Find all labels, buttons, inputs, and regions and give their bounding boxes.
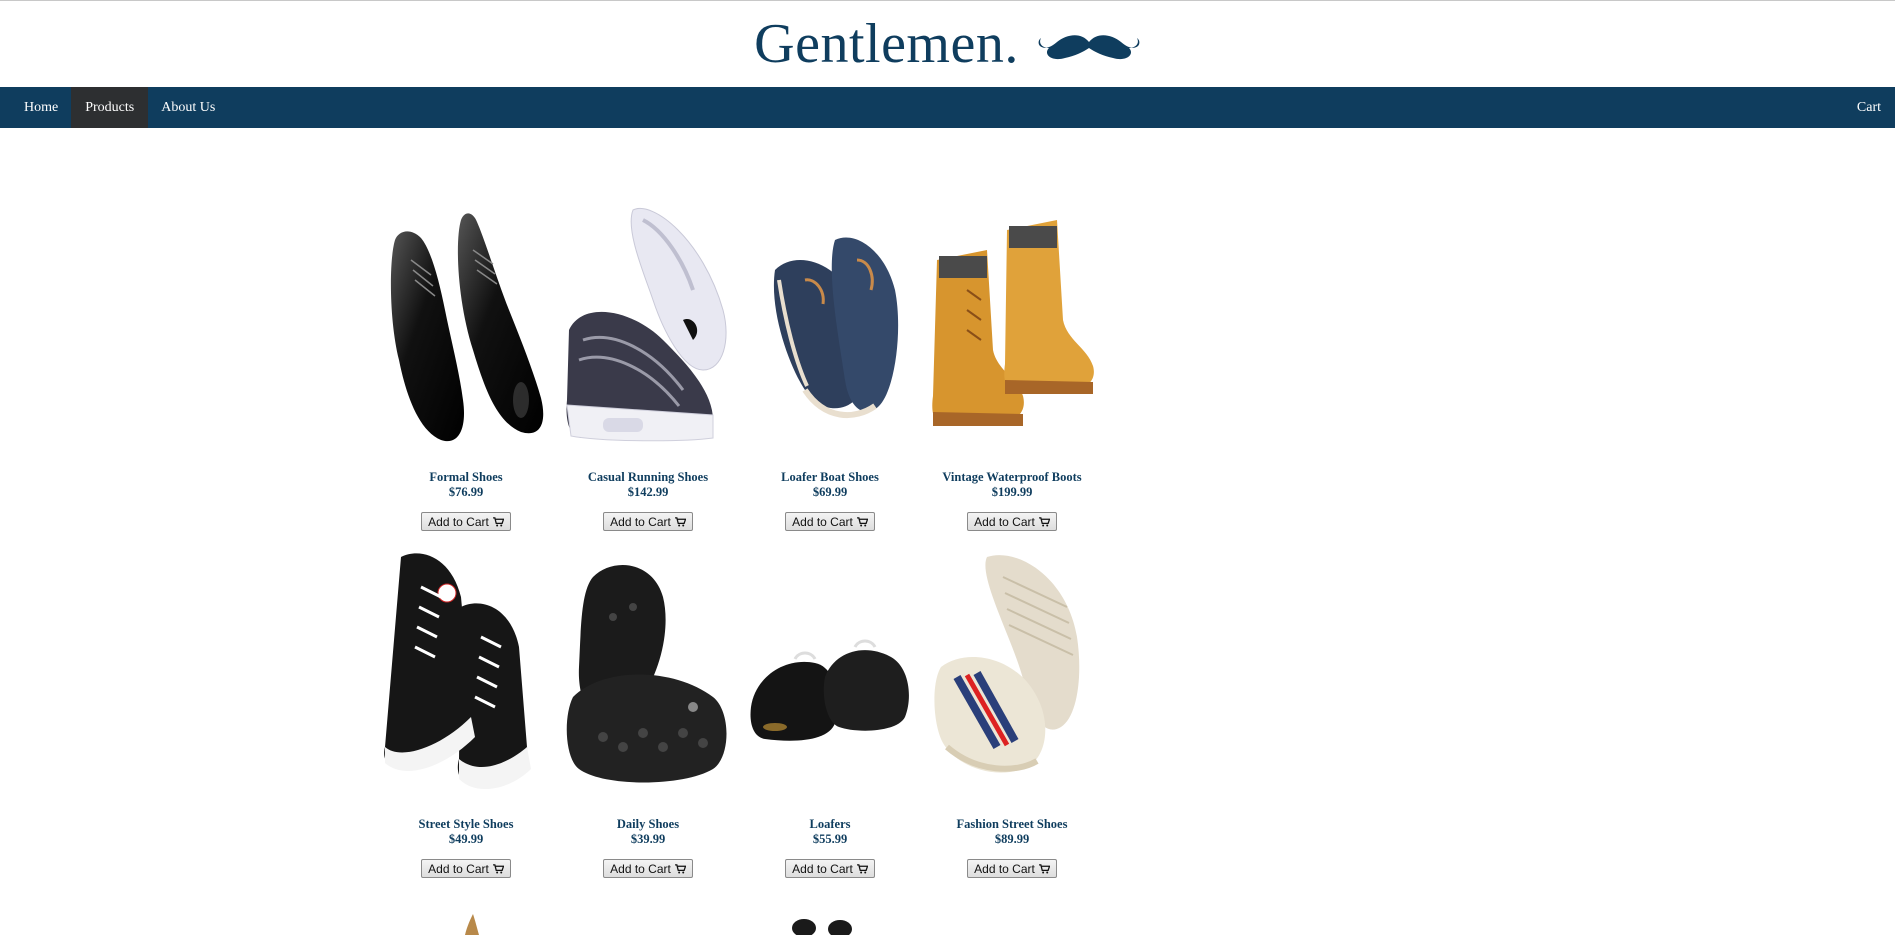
product-card: Street Style Shoes $49.99 Add to Cart — [375, 547, 557, 878]
product-price: $142.99 — [627, 485, 669, 499]
nav-products[interactable]: Products — [71, 87, 149, 128]
add-to-cart-button[interactable]: Add to Cart — [967, 859, 1057, 878]
mustache-icon — [1038, 35, 1140, 60]
product-image-partial[interactable] — [790, 912, 860, 938]
product-image-vintage-waterproof-boots[interactable] — [921, 200, 1103, 450]
add-to-cart-label: Add to Cart — [610, 514, 671, 529]
product-name: Casual Running Shoes — [587, 470, 709, 484]
product-price: $55.99 — [812, 832, 848, 846]
product-image-loafer-boat-shoes[interactable] — [739, 200, 921, 450]
product-price: $69.99 — [812, 485, 848, 499]
add-to-cart-label: Add to Cart — [974, 861, 1035, 876]
product-card: Fashion Street Shoes $89.99 Add to Cart — [921, 547, 1103, 878]
site-header: Gentlemen. — [0, 1, 1895, 87]
product-card: Vintage Waterproof Boots $199.99 Add to … — [921, 200, 1103, 531]
add-to-cart-button[interactable]: Add to Cart — [785, 859, 875, 878]
shopping-cart-icon — [492, 516, 504, 526]
add-to-cart-label: Add to Cart — [428, 861, 489, 876]
product-card: Casual Running Shoes $142.99 Add to Cart — [557, 200, 739, 531]
add-to-cart-button[interactable]: Add to Cart — [421, 512, 511, 531]
add-to-cart-label: Add to Cart — [974, 514, 1035, 529]
shopping-cart-icon — [856, 863, 868, 873]
product-image-street-style-shoes[interactable] — [375, 547, 557, 797]
main-navbar: Home Products About Us Cart — [0, 87, 1895, 128]
shopping-cart-icon — [492, 863, 504, 873]
product-card: Daily Shoes $39.99 Add to Cart — [557, 547, 739, 878]
product-image-daily-shoes[interactable] — [557, 547, 739, 797]
product-price: $89.99 — [994, 832, 1030, 846]
product-name: Daily Shoes — [616, 817, 680, 831]
nav-home[interactable]: Home — [0, 87, 71, 128]
shopping-cart-icon — [1038, 863, 1050, 873]
product-image-loafers[interactable] — [739, 547, 921, 797]
add-to-cart-label: Add to Cart — [610, 861, 671, 876]
product-price: $39.99 — [630, 832, 666, 846]
add-to-cart-button[interactable]: Add to Cart — [785, 512, 875, 531]
add-to-cart-label: Add to Cart — [792, 861, 853, 876]
product-name: Street Style Shoes — [418, 817, 514, 831]
product-card: Loafer Boat Shoes $69.99 Add to Cart — [739, 200, 921, 531]
brand-title: Gentlemen. — [754, 13, 1019, 75]
product-card: Loafers $55.99 Add to Cart — [739, 547, 921, 878]
product-image-casual-running-shoes[interactable] — [557, 200, 739, 450]
add-to-cart-label: Add to Cart — [428, 514, 489, 529]
product-price: $76.99 — [448, 485, 484, 499]
brand[interactable]: Gentlemen. — [754, 12, 1141, 76]
nav-about-us[interactable]: About Us — [148, 87, 228, 128]
product-image-partial[interactable] — [455, 912, 485, 935]
shopping-cart-icon — [1038, 516, 1050, 526]
add-to-cart-button[interactable]: Add to Cart — [603, 512, 693, 531]
product-name: Loafers — [809, 817, 851, 831]
product-price: $49.99 — [448, 832, 484, 846]
shopping-cart-icon — [856, 516, 868, 526]
nav-cart[interactable]: Cart — [1844, 87, 1895, 128]
shopping-cart-icon — [674, 863, 686, 873]
product-card: Formal Shoes $76.99 Add to Cart — [375, 200, 557, 531]
product-price: $199.99 — [991, 485, 1033, 499]
add-to-cart-label: Add to Cart — [792, 514, 853, 529]
product-name: Loafer Boat Shoes — [781, 470, 879, 484]
product-name: Fashion Street Shoes — [956, 817, 1068, 831]
product-name: Formal Shoes — [429, 470, 503, 484]
product-name: Vintage Waterproof Boots — [942, 470, 1082, 484]
product-image-fashion-street-shoes[interactable] — [921, 547, 1103, 797]
add-to-cart-button[interactable]: Add to Cart — [603, 859, 693, 878]
add-to-cart-button[interactable]: Add to Cart — [967, 512, 1057, 531]
shopping-cart-icon — [674, 516, 686, 526]
product-image-formal-shoes[interactable] — [375, 200, 557, 450]
add-to-cart-button[interactable]: Add to Cart — [421, 859, 511, 878]
